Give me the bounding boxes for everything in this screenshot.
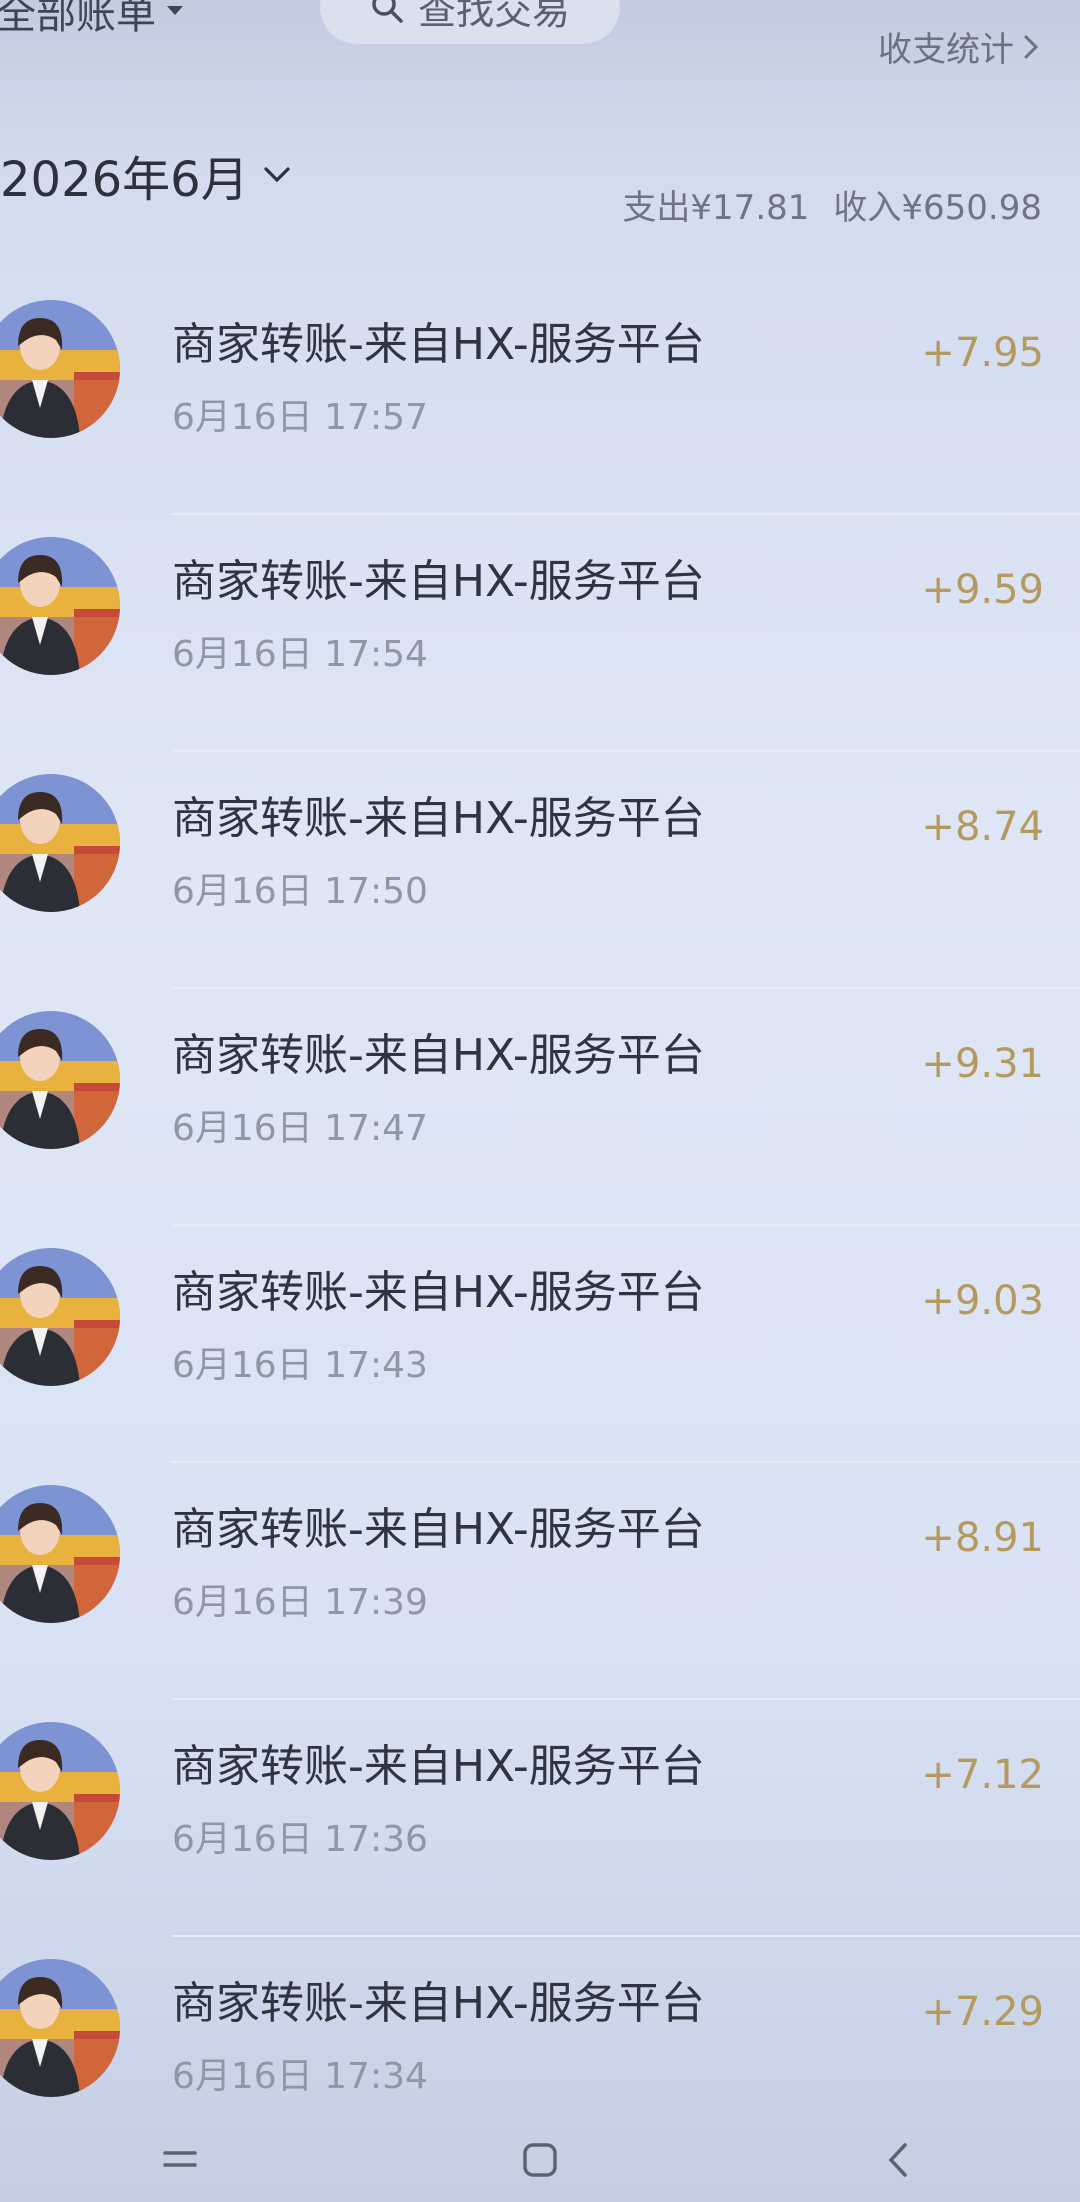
transaction-row[interactable]: 商家转账-来自HX-服务平台 6月16日 17:39 +8.91 xyxy=(0,1463,1080,1700)
transaction-row[interactable]: 商家转账-来自HX-服务平台 6月16日 17:47 +9.31 xyxy=(0,989,1080,1226)
month-row: 2026年6月 支出¥17.81 收入¥650.98 xyxy=(0,140,1080,228)
income-total: 收入¥650.98 xyxy=(833,188,1042,228)
transaction-time: 6月16日 17:54 xyxy=(172,634,428,675)
transaction-title: 商家转账-来自HX-服务平台 xyxy=(172,1741,705,1792)
transaction-row[interactable]: 商家转账-来自HX-服务平台 6月16日 17:43 +9.03 xyxy=(0,1226,1080,1463)
transaction-time: 6月16日 17:50 xyxy=(172,871,428,912)
business-woman-avatar xyxy=(0,537,120,675)
transaction-row[interactable]: 商家转账-来自HX-服务平台 6月16日 17:57 +7.95 xyxy=(0,278,1080,515)
month-summary: 支出¥17.81 收入¥650.98 xyxy=(622,180,1042,229)
transaction-title: 商家转账-来自HX-服务平台 xyxy=(172,1267,705,1318)
transaction-title: 商家转账-来自HX-服务平台 xyxy=(172,1978,705,2029)
transaction-row[interactable]: 商家转账-来自HX-服务平台 6月16日 17:50 +8.74 xyxy=(0,752,1080,989)
month-selector[interactable]: 2026年6月 xyxy=(0,140,291,210)
transaction-time: 6月16日 17:34 xyxy=(172,2056,428,2097)
bill-screen: 全部账单 查找交易 收支统计 2026年6月 支出¥17.81 收入¥650.9… xyxy=(0,0,1080,2202)
transaction-time: 6月16日 17:43 xyxy=(172,1345,428,1386)
transaction-amount: +7.95 xyxy=(921,330,1044,376)
chevron-down-icon xyxy=(264,167,290,183)
transaction-amount: +7.29 xyxy=(921,1989,1044,2035)
transaction-title: 商家转账-来自HX-服务平台 xyxy=(172,1030,705,1081)
search-icon xyxy=(372,0,403,23)
transaction-amount: +9.59 xyxy=(921,567,1044,613)
transaction-amount: +7.12 xyxy=(921,1752,1044,1798)
transaction-title: 商家转账-来自HX-服务平台 xyxy=(172,556,705,607)
business-woman-avatar xyxy=(0,1248,120,1386)
business-woman-avatar xyxy=(0,1011,120,1149)
transaction-row[interactable]: 商家转账-来自HX-服务平台 6月16日 17:54 +9.59 xyxy=(0,515,1080,752)
business-woman-avatar xyxy=(0,300,120,438)
transaction-title: 商家转账-来自HX-服务平台 xyxy=(172,319,705,370)
business-woman-avatar xyxy=(0,1485,120,1623)
business-woman-avatar xyxy=(0,774,120,912)
transaction-amount: +8.74 xyxy=(921,804,1044,850)
account-filter-label: 全部账单 xyxy=(0,0,156,38)
top-bar: 全部账单 查找交易 收支统计 xyxy=(0,0,1080,80)
transaction-time: 6月16日 17:39 xyxy=(172,1582,428,1623)
menu-icon[interactable] xyxy=(157,2137,203,2183)
transaction-list: 商家转账-来自HX-服务平台 6月16日 17:57 +7.95 商家转账-来自… xyxy=(0,278,1080,2174)
search-label: 查找交易 xyxy=(417,0,570,33)
transaction-title: 商家转账-来自HX-服务平台 xyxy=(172,1504,705,1555)
transaction-amount: +9.31 xyxy=(921,1041,1044,1087)
expense-total: 支出¥17.81 xyxy=(622,188,810,228)
transaction-time: 6月16日 17:47 xyxy=(172,1108,428,1149)
back-icon[interactable] xyxy=(877,2137,923,2183)
business-woman-avatar xyxy=(0,1959,120,2097)
system-nav-bar xyxy=(0,2118,1080,2202)
transaction-title: 商家转账-来自HX-服务平台 xyxy=(172,793,705,844)
transaction-amount: +8.91 xyxy=(921,1515,1044,1561)
transaction-time: 6月16日 17:57 xyxy=(172,397,428,438)
transaction-row[interactable]: 商家转账-来自HX-服务平台 6月16日 17:36 +7.12 xyxy=(0,1700,1080,1937)
month-label: 2026年6月 xyxy=(0,152,249,208)
caret-down-icon xyxy=(167,6,183,15)
transaction-time: 6月16日 17:36 xyxy=(172,1819,428,1860)
stats-link[interactable]: 收支统计 xyxy=(878,22,1040,71)
stats-link-label: 收支统计 xyxy=(878,30,1014,70)
chevron-right-icon xyxy=(1024,35,1039,58)
search-button[interactable]: 查找交易 xyxy=(320,0,620,44)
business-woman-avatar xyxy=(0,1722,120,1860)
account-filter-dropdown[interactable]: 全部账单 xyxy=(0,0,184,40)
transaction-amount: +9.03 xyxy=(921,1278,1044,1324)
home-icon[interactable] xyxy=(517,2137,563,2183)
